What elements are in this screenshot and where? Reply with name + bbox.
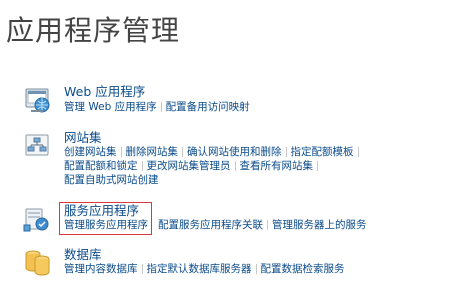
link-configure-alternate-access-mappings[interactable]: 配置备用访问映射 (166, 101, 250, 113)
link-manage-web-applications[interactable]: 管理 Web 应用程序 (64, 101, 157, 113)
service-application-icon (23, 208, 49, 232)
section-title-site-collections[interactable]: 网站集 (64, 130, 102, 146)
link-configure-service-application-associations[interactable]: 配置服务应用程序关联 (158, 219, 263, 231)
separator (234, 161, 236, 171)
link-view-all-site-collections[interactable]: 查看所有网站集 (240, 160, 314, 172)
link-specify-quota-templates[interactable]: 指定配额模板 (291, 146, 354, 158)
web-app-icon (25, 88, 50, 113)
link-manage-content-databases[interactable]: 管理内容数据库 (64, 263, 138, 275)
separator (182, 147, 183, 157)
separator (120, 147, 122, 157)
separator (141, 264, 143, 274)
links-row: 配置配额和锁定 更改网站集管理员 查看所有网站集 (64, 159, 322, 173)
links-row: 配置自助式网站创建 (64, 173, 159, 187)
section-title-web-applications[interactable]: Web 应用程序 (64, 84, 145, 100)
link-delete-site-collection[interactable]: 删除网站集 (126, 146, 179, 158)
links-row: 创建网站集 删除网站集 确认网站使用和删除 指定配额模板 (64, 145, 363, 159)
links-row: 管理 Web 应用程序 配置备用访问映射 (64, 100, 250, 114)
separator (317, 161, 318, 171)
page-title: 应用程序管理 (6, 14, 181, 47)
highlight-box (59, 202, 152, 235)
site-collection-icon (25, 134, 49, 156)
separator (285, 147, 287, 157)
separator (160, 102, 162, 112)
section-title-databases[interactable]: 数据库 (64, 247, 102, 263)
database-icon (25, 250, 50, 276)
link-change-site-collection-administrators[interactable]: 更改网站集管理员 (147, 160, 231, 172)
links-row: 管理内容数据库 指定默认数据库服务器 配置数据检索服务 (64, 262, 345, 276)
separator (255, 264, 257, 274)
link-specify-default-database-server[interactable]: 指定默认数据库服务器 (147, 263, 252, 275)
separator (357, 147, 359, 157)
link-configure-quotas-and-locks[interactable]: 配置配额和锁定 (64, 160, 138, 172)
link-configure-self-service-site-creation[interactable]: 配置自助式网站创建 (64, 174, 159, 186)
link-create-site-collections[interactable]: 创建网站集 (64, 146, 117, 158)
separator (267, 220, 268, 230)
link-manage-services-on-server[interactable]: 管理服务器上的服务 (272, 219, 367, 231)
link-configure-data-retrieval-service[interactable]: 配置数据检索服务 (261, 263, 345, 275)
separator (141, 161, 143, 171)
link-confirm-site-use-and-deletion[interactable]: 确认网站使用和删除 (187, 146, 282, 158)
